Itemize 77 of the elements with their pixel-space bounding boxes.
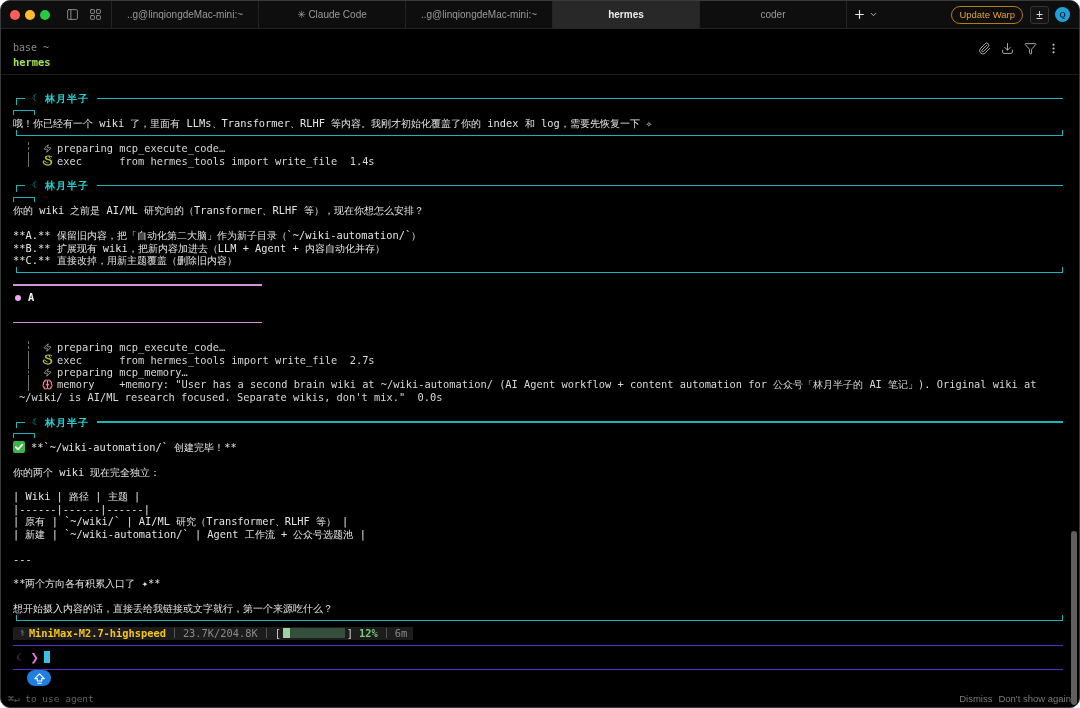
check-icon	[13, 440, 25, 453]
sidebar-icon[interactable]	[66, 8, 79, 21]
zoom-button[interactable]	[40, 9, 50, 20]
prompt-symbol: ☾	[16, 651, 26, 664]
message-line: 哦！你已经有一个 wiki 了，里面有 LLMs、Transformer、RLHF 等内容。我刚才初始化覆盖了你的 index 和 log，需要先恢复一下 ✧	[13, 117, 653, 130]
status-symbol: ⚕	[20, 628, 25, 639]
tool-label: exec	[57, 154, 83, 167]
elapsed-time: 6m	[394, 627, 408, 640]
message-line: | Wiki | 路径 | 主题 |	[13, 490, 141, 503]
grid-icon[interactable]	[89, 8, 102, 21]
context-percent: 12%	[359, 627, 378, 640]
author-name: 林月半子	[45, 415, 90, 429]
dot-icon	[15, 294, 21, 301]
hint-link[interactable]: Don't show again	[998, 693, 1071, 704]
tab[interactable]: ..g@linqiongdeMac-mini:~	[111, 1, 258, 28]
chevron-down-icon[interactable]	[869, 10, 878, 19]
author-name: 林月半子	[45, 179, 90, 192]
snake-icon	[42, 354, 53, 366]
tab[interactable]: ✳ Claude Code	[258, 1, 405, 28]
message-line: | 原有 | `~/wiki/` | AI/ML 研究（Transformer、RLHF 等） |	[13, 515, 349, 528]
tool-detail: mcp_execute_code…	[119, 341, 226, 354]
snake-icon	[42, 155, 53, 167]
tool-detail: from hermes_tools import write_file 2.7s	[119, 353, 375, 366]
minimize-button[interactable]	[25, 9, 35, 20]
message-line: 你的两个 wiki 现在完全独立：	[13, 465, 161, 478]
tool-label: exec	[57, 353, 83, 366]
tool-label: preparing	[57, 142, 115, 155]
tool-label: preparing	[57, 341, 115, 354]
message-line: 你的 wiki 之前是 AI/ML 研究向的（Transformer、RLHF 等），现在你想怎么安排？	[13, 204, 424, 217]
message-line: **A.** 保留旧内容，把「自动化第二大脑」作为新子目录（`~/wiki-automation/`）	[13, 229, 422, 242]
message-line: ---	[13, 552, 32, 565]
scrollbar-thumb[interactable]	[1071, 531, 1077, 705]
tool-detail: ~/wiki/ is AI/ML research focused. Separate wikis, don't mix." 0.0s	[19, 390, 443, 404]
prompt-arrow: ❯	[30, 651, 39, 664]
tool-detail: +memory: "User has a second brain wiki at ~/wiki-automation/ (AI Agent workflow + content automation for 公众号「林月半子的 AI 笔记」). Original wiki at	[119, 378, 1037, 391]
arrow-up-button[interactable]	[27, 670, 51, 686]
bracket: [	[274, 627, 281, 640]
filter-icon[interactable]	[1024, 41, 1037, 55]
moon-symbol: ☾	[32, 92, 41, 105]
session-title: hermes	[13, 55, 51, 69]
lightning-icon	[43, 367, 52, 377]
cursor-icon	[43, 651, 50, 664]
paperclip-icon[interactable]	[978, 41, 991, 55]
message-line: |------|------|------|	[13, 502, 150, 516]
lightning-icon	[43, 143, 52, 153]
lightning-icon	[43, 342, 52, 352]
plus-minus-button[interactable]: ±	[1030, 5, 1049, 24]
shortcut-hint: ⌘↵ to use agent	[8, 693, 94, 704]
tool-detail: mcp_execute_code…	[119, 142, 226, 155]
tool-label: memory	[57, 378, 96, 391]
tab[interactable]: hermes	[552, 1, 699, 28]
message-line: 想开始摄入内容的话，直接丢给我链接或文字就行，第一个来源吃什么？	[13, 602, 333, 615]
token-count: 23.7K/204.8K	[182, 627, 258, 640]
tool-detail: from hermes_tools import write_file 1.4s	[119, 154, 375, 167]
author-name: 林月半子	[45, 92, 90, 105]
message-line: **两个方向各有积累入口了 ✦**	[13, 577, 161, 590]
moon-symbol: ☾	[32, 415, 41, 429]
plus-icon[interactable]	[853, 8, 866, 21]
command-input[interactable]: ☾ ❯	[13, 644, 1063, 670]
user-message: A	[28, 291, 35, 304]
message-line: **`~/wiki-automation/` 创建完毕！**	[31, 440, 237, 454]
moon-symbol: ☾	[32, 179, 41, 192]
environment-label: base ~	[13, 41, 51, 55]
close-button[interactable]	[10, 9, 20, 20]
tool-detail: mcp_memory…	[119, 366, 188, 379]
message-line: **B.** 扩展现有 wiki，把新内容加进去（LLM + Agent + 内容自动化并存）	[13, 241, 385, 255]
tool-label: preparing	[57, 366, 115, 379]
tab[interactable]: coder	[699, 1, 846, 28]
model-name: MiniMax-M2.7-highspeed	[28, 627, 166, 640]
hint-link[interactable]: Dismiss	[959, 693, 993, 704]
bracket: ]	[346, 627, 354, 640]
download-icon[interactable]	[1001, 41, 1014, 55]
message-line: | 新建 | `~/wiki-automation/` | Agent 工作流 + 公众号选题池 |	[13, 527, 366, 541]
message-line: **C.** 直接改掉，用新主题覆盖（删除旧内容）	[13, 254, 237, 267]
avatar[interactable]: Q	[1055, 7, 1070, 22]
brain-icon	[42, 379, 53, 391]
arrow-up-icon	[33, 672, 45, 684]
